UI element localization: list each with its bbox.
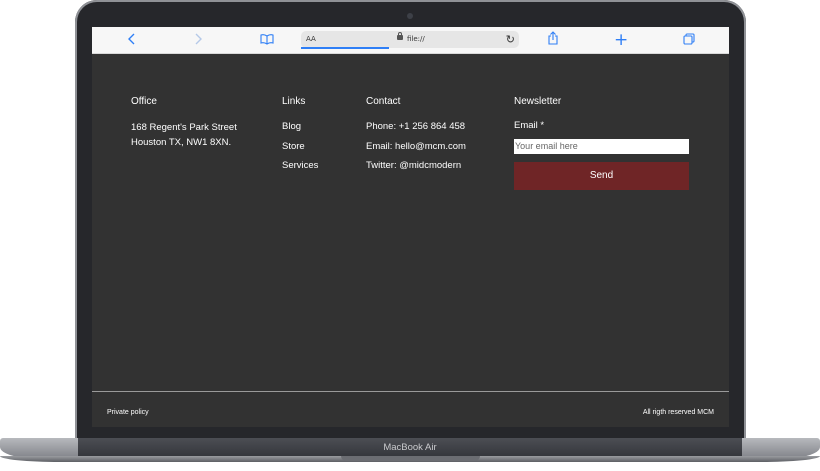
privacy-link[interactable]: Private policy <box>107 409 149 416</box>
reload-icon[interactable]: ↻ <box>506 31 515 48</box>
contact-email[interactable]: Email: hello@mcm.com <box>366 137 466 157</box>
contact-phone: Phone: +1 256 864 458 <box>366 121 466 132</box>
contact-column: Contact Phone: +1 256 864 458 Email: hel… <box>366 96 466 176</box>
link-blog[interactable]: Blog <box>282 117 318 137</box>
office-column: Office 168 Regent's Park Street Houston … <box>131 96 237 150</box>
back-icon[interactable] <box>125 31 139 49</box>
back-chevron <box>128 33 135 45</box>
copyright-text: All rigth reserved MCM <box>642 409 714 416</box>
links-column: Links Blog Store Services <box>282 96 318 176</box>
laptop-notch <box>341 456 480 461</box>
footer-divider <box>92 391 729 392</box>
newsletter-title: Newsletter <box>514 96 562 107</box>
address-progress <box>301 47 389 49</box>
camera-icon <box>407 13 413 19</box>
book-glyph <box>260 34 274 45</box>
links-title: Links <box>282 96 306 107</box>
device-label: MacBook Air <box>383 442 437 453</box>
office-title: Office <box>131 96 157 107</box>
address-bar[interactable]: AA file:// ↻ <box>301 31 519 49</box>
new-tab-icon[interactable]: + <box>614 31 628 49</box>
forward-chevron <box>195 33 202 45</box>
url-text[interactable]: file:// <box>407 31 425 48</box>
share-icon[interactable] <box>546 31 560 49</box>
send-button[interactable]: Send <box>514 161 689 190</box>
forward-icon[interactable] <box>191 31 205 49</box>
office-address-line: 168 Regent's Park Street <box>131 122 237 133</box>
newsletter-column: Newsletter Email * Send <box>514 96 729 190</box>
share-glyph <box>548 31 558 45</box>
bookmarks-icon[interactable] <box>259 31 275 49</box>
browser-toolbar: AA file:// ↻ + <box>92 27 729 54</box>
link-store[interactable]: Store <box>282 137 318 157</box>
contact-twitter[interactable]: Twitter: @midcmodern <box>366 156 466 176</box>
email-label: Email * <box>514 120 545 131</box>
email-field[interactable] <box>514 138 689 154</box>
tabs-icon[interactable] <box>682 31 696 49</box>
reader-button[interactable]: AA <box>306 31 316 48</box>
link-services[interactable]: Services <box>282 156 318 176</box>
browser-screen: AA file:// ↻ + Office 168 Regent's Park … <box>92 27 729 427</box>
tabs-glyph <box>683 33 695 45</box>
office-address-line: Houston TX, NW1 8XN. <box>131 137 232 148</box>
lock-icon <box>397 32 403 40</box>
laptop-mockup: AA file:// ↻ + Office 168 Regent's Park … <box>0 0 820 471</box>
contact-title: Contact <box>366 96 401 107</box>
